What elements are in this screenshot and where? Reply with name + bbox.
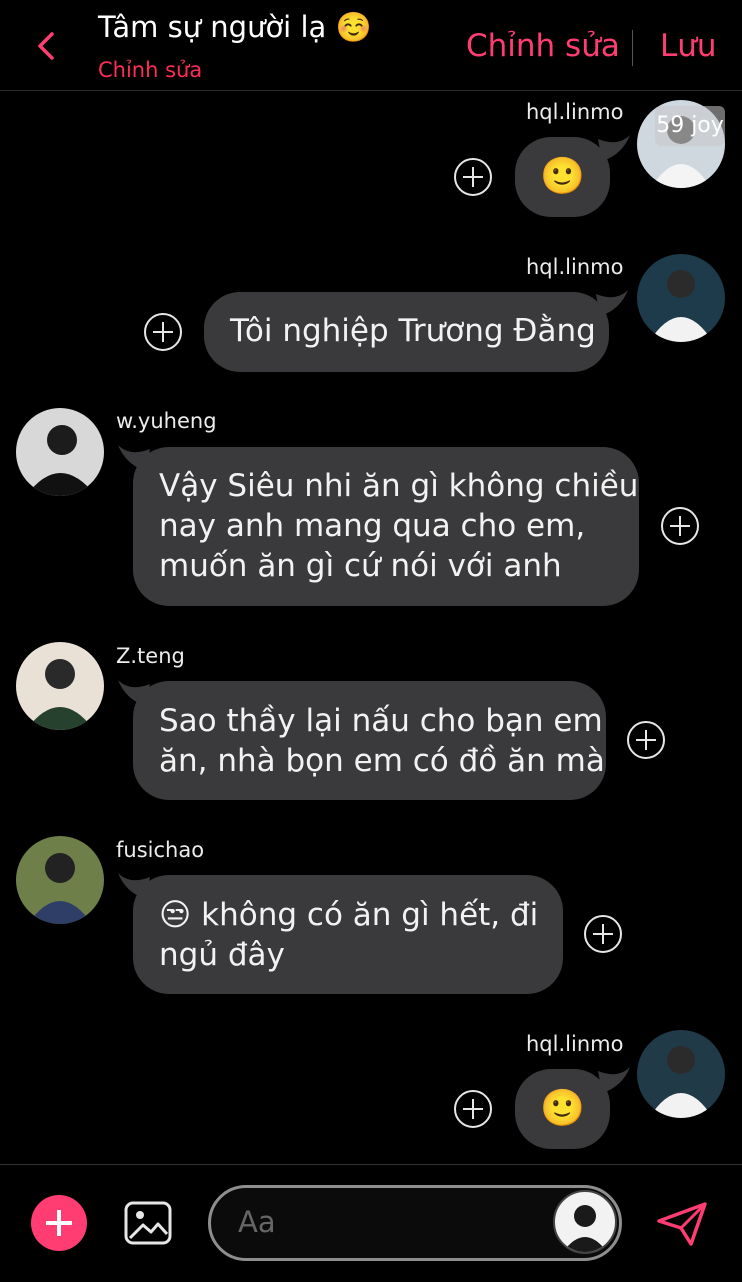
message-text-line: Sao thầy lại nấu cho bạn em [159, 703, 603, 739]
bubble-tail [596, 290, 628, 316]
save-button[interactable]: Lưu [660, 28, 717, 64]
chat-title: Tâm sự người lạ ☺️ [98, 10, 372, 44]
chat-subtitle: Chỉnh sửa [98, 58, 203, 82]
avatar[interactable] [16, 836, 104, 924]
message-text-line: ngủ đây [159, 937, 285, 973]
bubble-tail [598, 1067, 630, 1093]
message-text-line: Vậy Siêu nhi ăn gì không chiều [159, 468, 639, 504]
react-plus-icon[interactable] [661, 507, 699, 545]
sender-name: fusichao [116, 838, 205, 862]
avatar[interactable] [16, 408, 104, 496]
message-bubble[interactable]: Sao thầy lại nấu cho bạn em ăn, nhà bọn … [133, 681, 606, 800]
sender-name: w.yuheng [116, 409, 217, 433]
react-plus-icon[interactable] [454, 1090, 492, 1128]
react-plus-icon[interactable] [144, 313, 182, 351]
sender-name: hql.linmo [526, 1032, 624, 1056]
message-text: Tôi nghiệp Trương Đằng [230, 313, 596, 349]
send-icon[interactable] [656, 1201, 708, 1247]
bubble-tail [598, 135, 630, 161]
sender-name: Z.teng [116, 644, 185, 668]
avatar[interactable] [16, 642, 104, 730]
message-text-line: ăn, nhà bọn em có đồ ăn mà [159, 743, 605, 779]
message-bubble[interactable]: 😒 không có ăn gì hết, đi ngủ đây [133, 875, 563, 994]
sender-name: hql.linmo [526, 255, 624, 279]
chevron-left-icon[interactable] [30, 26, 70, 66]
message-text-line: 😒 không có ăn gì hết, đi [159, 897, 539, 933]
plus-icon[interactable] [31, 1195, 87, 1251]
image-icon[interactable] [123, 1198, 173, 1248]
react-plus-icon[interactable] [584, 915, 622, 953]
watermark-label: 59 joy [655, 106, 725, 146]
message-bubble[interactable]: 🙂 [515, 1069, 610, 1149]
avatar[interactable] [637, 254, 725, 342]
message-bubble[interactable]: Vậy Siêu nhi ăn gì không chiều nay anh m… [133, 447, 639, 606]
message-text-line: nay anh mang qua cho em, [159, 508, 586, 544]
message-input-placeholder: Aa [238, 1205, 276, 1239]
message-text-line: muốn ăn gì cứ nói với anh [159, 548, 562, 584]
user-avatar-icon[interactable] [553, 1190, 617, 1254]
message-bubble[interactable]: Tôi nghiệp Trương Đằng [204, 292, 609, 372]
edit-button[interactable]: Chỉnh sửa [466, 28, 620, 64]
message-bubble[interactable]: 🙂 [515, 137, 610, 217]
react-plus-icon[interactable] [627, 721, 665, 759]
sender-name: hql.linmo [526, 100, 624, 124]
header-divider [632, 30, 633, 66]
react-plus-icon[interactable] [454, 158, 492, 196]
avatar[interactable] [637, 1030, 725, 1118]
